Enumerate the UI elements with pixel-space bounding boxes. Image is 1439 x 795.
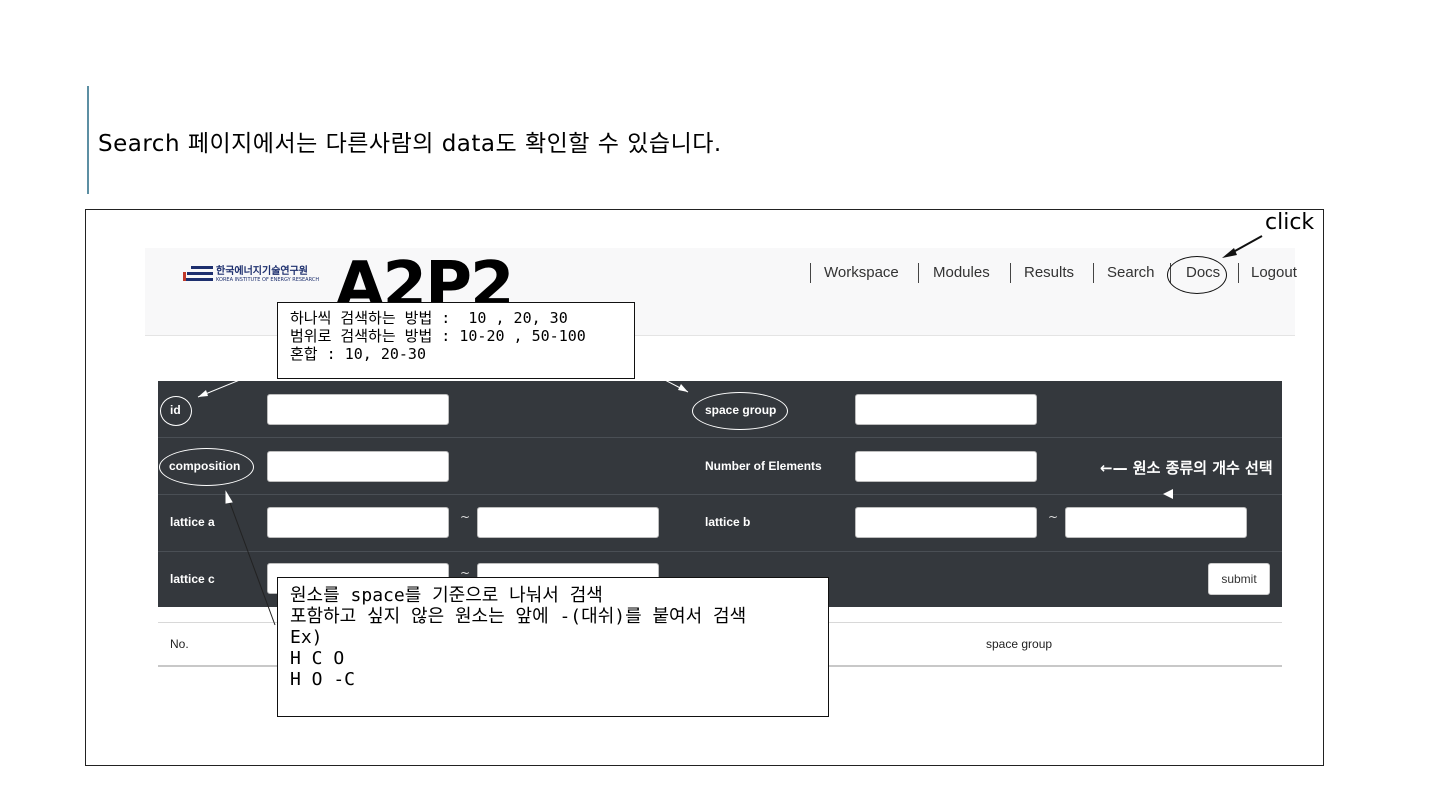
- note-line: H C O: [290, 648, 345, 669]
- note-line: H O -C: [290, 669, 356, 690]
- note-line: 원소를 space를 기준으로 나눠서 검색: [290, 585, 603, 606]
- note-line: Ex): [290, 627, 323, 648]
- click-annotation: click: [1265, 210, 1315, 235]
- note-line: 포함하고 싶지 않은 원소는 앞에 -(대쉬)를 붙여서 검색: [290, 606, 747, 627]
- note-line: 하나씩 검색하는 방법 : 10 , 20, 30: [290, 309, 568, 327]
- composition-search-note: 원소를 space를 기준으로 나눠서 검색 포함하고 싶지 않은 원소는 앞에 …: [277, 577, 829, 717]
- note-line: 범위로 검색하는 방법 : 10-20 , 50-100: [290, 327, 586, 345]
- elements-count-note: ←— 원소 종류의 개수 선택: [1100, 459, 1273, 477]
- id-search-note: 하나씩 검색하는 방법 : 10 , 20, 30 범위로 검색하는 방법 : 1…: [277, 302, 635, 379]
- note-line: 혼합 : 10, 20-30: [290, 345, 426, 363]
